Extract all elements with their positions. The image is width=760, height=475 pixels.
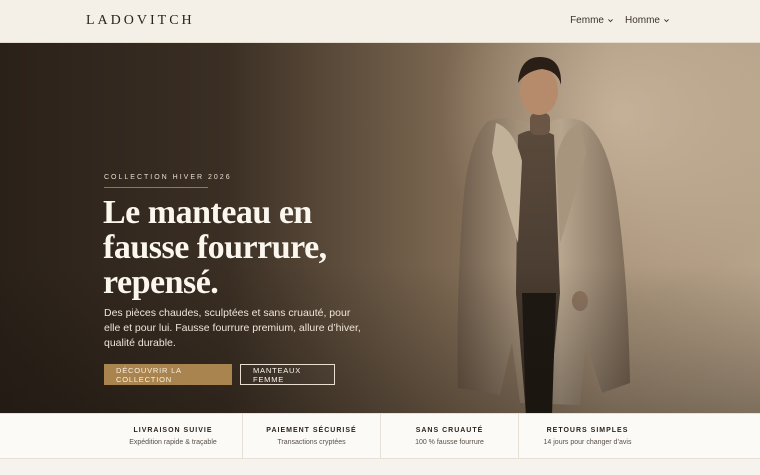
features-bar: LIVRAISON SUIVIE Expédition rapide & tra… — [0, 413, 760, 460]
feature-returns: RETOURS SIMPLES 14 jours pour changer d’… — [518, 414, 656, 460]
nav-item-homme[interactable]: Homme — [625, 15, 670, 26]
feature-subtitle: Transactions cryptées — [277, 439, 346, 446]
chevron-down-icon — [608, 19, 613, 23]
next-section-edge — [0, 459, 760, 475]
nav-label: Femme — [570, 15, 604, 26]
feature-subtitle: 100 % fausse fourrure — [415, 439, 484, 446]
feature-title: SANS CRUAUTÉ — [415, 427, 484, 434]
women-coats-button[interactable]: MANTEAUX FEMME — [240, 364, 335, 385]
feature-title: RETOURS SIMPLES — [546, 427, 629, 434]
hero-banner: COLLECTION HIVER 2026 Le manteau en faus… — [0, 43, 760, 413]
chevron-down-icon — [664, 19, 669, 23]
hero-eyebrow: COLLECTION HIVER 2026 — [104, 174, 232, 181]
feature-cruelty-free: SANS CRUAUTÉ 100 % fausse fourrure — [380, 414, 518, 460]
headline-line: repensé. — [103, 264, 219, 301]
headline-line: Le manteau en — [103, 194, 312, 231]
feature-payment: PAIEMENT SÉCURISÉ Transactions cryptées — [242, 414, 380, 460]
hero-headline: Le manteau en fausse fourrure, repensé. — [103, 195, 433, 300]
nav-item-femme[interactable]: Femme — [570, 15, 614, 26]
eyebrow-divider — [104, 187, 208, 188]
hero-lead: Des pièces chaudes, sculptées et sans cr… — [104, 307, 361, 349]
discover-collection-button[interactable]: DÉCOUVRIR LA COLLECTION — [104, 364, 232, 385]
feature-title: LIVRAISON SUIVIE — [133, 427, 213, 434]
feature-shipping: LIVRAISON SUIVIE Expédition rapide & tra… — [104, 414, 242, 460]
headline-line: fausse fourrure, — [103, 229, 327, 266]
feature-title: PAIEMENT SÉCURISÉ — [266, 427, 357, 434]
nav-label: Homme — [624, 15, 660, 26]
feature-subtitle: Expédition rapide & traçable — [129, 439, 217, 446]
brand-logo[interactable]: LADOVITCH — [86, 13, 195, 29]
main-nav: Femme Homme — [570, 15, 670, 26]
feature-subtitle: 14 jours pour changer d’avis — [543, 439, 632, 446]
site-header: LADOVITCH Femme Homme — [0, 0, 760, 43]
